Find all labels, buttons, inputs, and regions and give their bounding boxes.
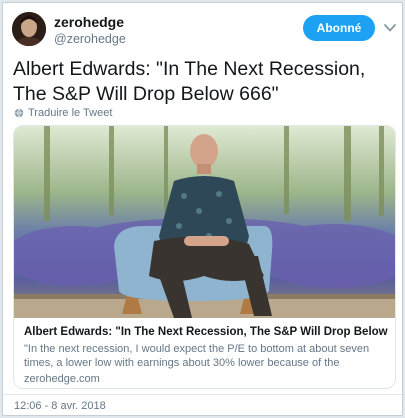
globe-icon (14, 108, 24, 118)
link-card-description: "In the next recession, I would expect t… (24, 343, 370, 369)
link-card-title: Albert Edwards: "In The Next Recession, … (24, 326, 389, 338)
divider (3, 394, 402, 395)
link-card-domain: zerohedge.com (24, 373, 100, 385)
translate-label: Traduire le Tweet (28, 107, 113, 119)
link-preview-card[interactable]: Albert Edwards: "In The Next Recession, … (13, 125, 396, 389)
translate-tweet-link[interactable]: Traduire le Tweet (14, 107, 112, 119)
author-display-name[interactable]: zerohedge (54, 14, 124, 30)
avatar[interactable] (12, 12, 46, 46)
tweet-text: Albert Edwards: "In The Next Recession, … (13, 58, 366, 105)
chevron-down-icon[interactable] (384, 23, 396, 33)
follow-button[interactable]: Abonné (303, 15, 375, 41)
author-handle[interactable]: @zerohedge (54, 32, 126, 46)
tweet-card: zerohedge @zerohedge Abonné Albert Edwar… (2, 2, 403, 416)
avatar-image (12, 12, 46, 46)
tweet-timestamp[interactable]: 12:06 - 8 avr. 2018 (14, 400, 106, 412)
article-thumbnail (14, 126, 395, 318)
